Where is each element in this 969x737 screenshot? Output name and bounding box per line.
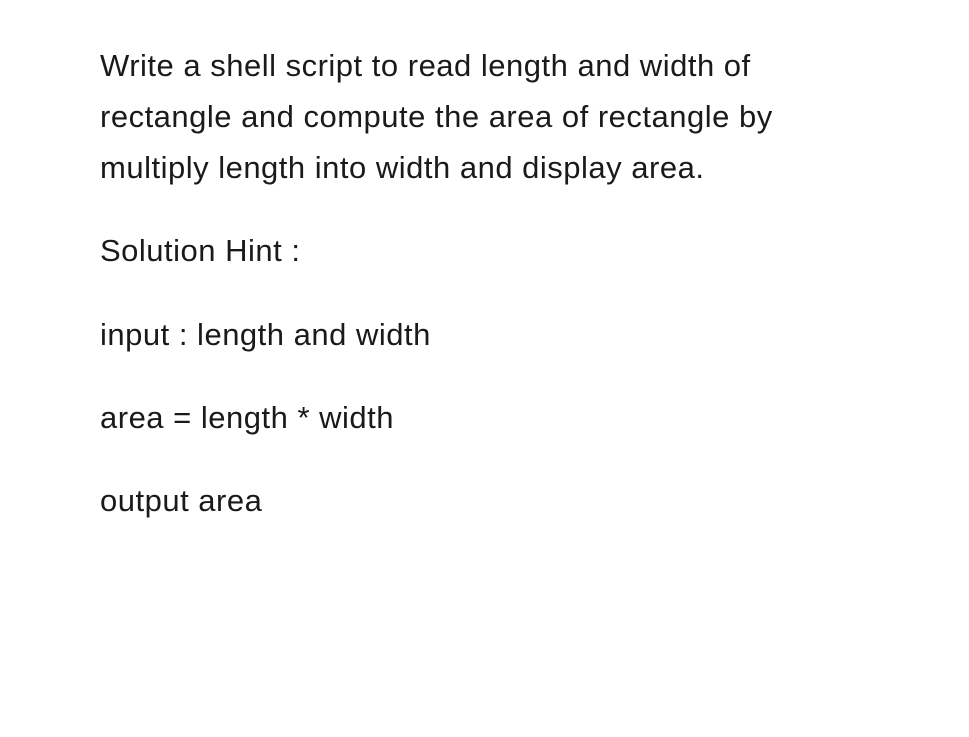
hint-formula-line: area = length * width [100, 392, 869, 443]
question-text: Write a shell script to read length and … [100, 40, 869, 193]
hint-output-line: output area [100, 475, 869, 526]
hint-input-line: input : length and width [100, 309, 869, 360]
solution-hint-title: Solution Hint : [100, 225, 869, 276]
